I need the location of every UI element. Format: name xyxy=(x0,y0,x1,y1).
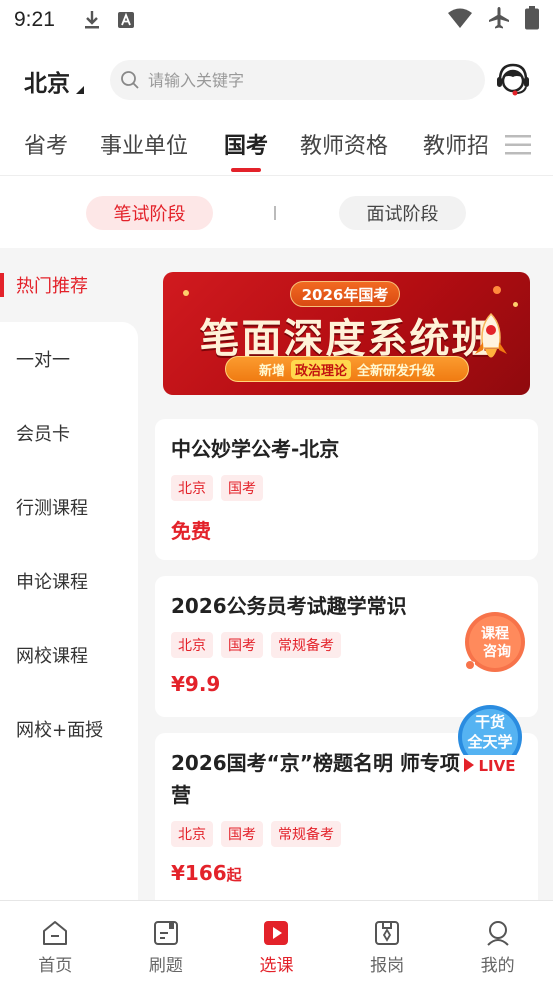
course-list: 2026年国考 笔面深度系统班 新增 政治理论 全新研发升级 中公妙学公考-北京… xyxy=(138,248,553,900)
city-label: 北京 xyxy=(24,71,70,97)
course-card[interactable]: 中公妙学公考-北京 北京 国考 免费 xyxy=(155,419,538,560)
top-header: 北京 xyxy=(0,58,553,102)
search-input[interactable] xyxy=(148,70,448,90)
course-price: ¥166起 xyxy=(171,861,242,885)
city-selector[interactable]: 北京 xyxy=(24,64,84,98)
banner-tag: 2026年国考 xyxy=(290,281,400,307)
job-icon xyxy=(373,919,401,947)
tab-teacher-recruitment[interactable]: 教师招 xyxy=(423,128,489,160)
course-tag: 常规备考 xyxy=(271,632,341,658)
consult-line1: 课程 xyxy=(481,626,509,642)
course-tag: 北京 xyxy=(171,632,213,658)
live-line1: 干货 xyxy=(475,713,505,731)
stage-toggle: 笔试阶段 面试阶段 xyxy=(0,176,553,248)
rocket-icon xyxy=(471,312,511,366)
exam-category-tabs: 省考 事业单位 国考 教师资格 教师招 xyxy=(0,120,553,172)
stage-separator xyxy=(274,206,276,220)
live-line3: LIVE xyxy=(479,757,516,775)
download-icon xyxy=(81,9,103,31)
customer-service-icon[interactable] xyxy=(494,60,532,100)
consult-line2: 咨询 xyxy=(483,643,511,660)
bottom-navigation: 首页 刷题 选课 报岗 我的 xyxy=(0,900,553,984)
course-tag: 国考 xyxy=(221,475,263,501)
airplane-mode-icon xyxy=(487,6,511,35)
course-tags: 北京 国考 xyxy=(171,475,522,501)
sidebar-item-hot[interactable]: 热门推荐 xyxy=(0,248,138,322)
banner-sparkle xyxy=(493,286,501,294)
status-bar: 9:21 xyxy=(0,0,553,40)
search-bar[interactable] xyxy=(110,60,485,100)
course-tag: 北京 xyxy=(171,821,213,847)
wifi-icon xyxy=(447,7,473,34)
course-price: 免费 xyxy=(171,519,211,543)
interview-stage-button[interactable]: 面试阶段 xyxy=(339,196,466,230)
practice-icon xyxy=(152,919,180,947)
city-dropdown-icon xyxy=(76,86,84,94)
course-icon xyxy=(262,919,290,947)
sidebar-item-xingce[interactable]: 行测课程 xyxy=(0,470,138,544)
sidebar-item-online[interactable]: 网校课程 xyxy=(0,618,138,692)
sidebar-item-shenlun[interactable]: 申论课程 xyxy=(0,544,138,618)
tab-provincial-exam[interactable]: 省考 xyxy=(24,128,68,160)
live-line2: 全天学 xyxy=(466,733,512,751)
sidebar-item-one-on-one[interactable]: 一对一 xyxy=(0,322,138,396)
search-icon xyxy=(120,70,140,90)
nav-home[interactable]: 首页 xyxy=(0,901,111,984)
home-icon xyxy=(41,919,69,947)
course-consult-button[interactable]: 课程 咨询 xyxy=(455,608,527,680)
course-tag: 常规备考 xyxy=(271,821,341,847)
nav-practice[interactable]: 刷题 xyxy=(111,901,222,984)
active-tab-indicator xyxy=(231,168,261,172)
course-tag: 北京 xyxy=(171,475,213,501)
tab-menu-icon[interactable] xyxy=(505,134,531,156)
nav-course[interactable]: 选课 xyxy=(221,901,332,984)
nav-job[interactable]: 报岗 xyxy=(332,901,443,984)
keyboard-notification-icon xyxy=(115,9,137,31)
active-indicator xyxy=(0,273,4,297)
course-title: 中公妙学公考-北京 xyxy=(171,437,340,461)
sidebar-item-online-offline[interactable]: 网校+面授 xyxy=(0,692,138,766)
banner-subtitle: 新增 政治理论 全新研发升级 xyxy=(225,356,469,382)
sidebar-item-membership[interactable]: 会员卡 xyxy=(0,396,138,470)
status-time: 9:21 xyxy=(14,8,55,31)
tab-national-exam[interactable]: 国考 xyxy=(224,128,268,172)
course-tag: 国考 xyxy=(221,632,263,658)
course-tags: 北京 国考 常规备考 xyxy=(171,821,522,847)
profile-icon xyxy=(484,919,512,947)
content-area: 热门推荐 一对一 会员卡 行测课程 申论课程 网校课程 网校+面授 2026年国… xyxy=(0,248,553,900)
tab-teacher-qualification[interactable]: 教师资格 xyxy=(300,128,388,160)
sidebar-filler xyxy=(0,766,138,900)
course-tag: 国考 xyxy=(221,821,263,847)
banner-sparkle xyxy=(183,290,189,296)
tab-public-institution[interactable]: 事业单位 xyxy=(100,128,188,160)
category-sidebar: 热门推荐 一对一 会员卡 行测课程 申论课程 网校课程 网校+面授 xyxy=(0,248,138,900)
written-stage-button[interactable]: 笔试阶段 xyxy=(86,196,213,230)
battery-icon xyxy=(525,5,539,35)
promo-banner[interactable]: 2026年国考 笔面深度系统班 新增 政治理论 全新研发升级 xyxy=(163,272,530,395)
nav-profile[interactable]: 我的 xyxy=(442,901,553,984)
live-badge-button[interactable]: 干货 全天学 LIVE xyxy=(454,703,526,779)
